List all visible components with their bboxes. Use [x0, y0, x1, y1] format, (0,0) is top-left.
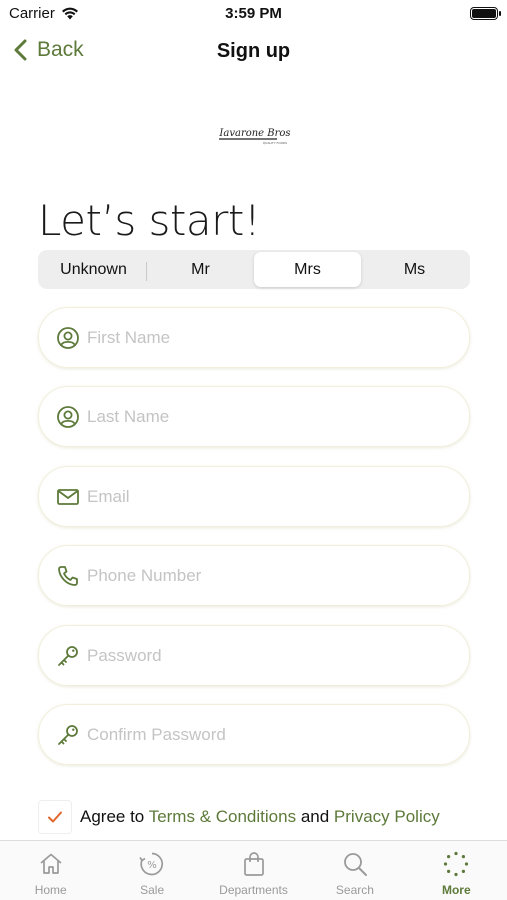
brand-logo: Iavarone Bros QUALITY FOODS — [217, 126, 293, 146]
home-icon — [37, 850, 65, 878]
svg-text:%: % — [147, 860, 157, 871]
last-name-input[interactable] — [87, 406, 447, 427]
privacy-link[interactable]: Privacy Policy — [334, 807, 440, 826]
password-input[interactable] — [87, 645, 447, 666]
key-icon — [55, 643, 81, 669]
status-bar: Carrier 3:59 PM — [0, 0, 507, 30]
last-name-field — [38, 386, 470, 447]
sale-icon: % — [138, 850, 166, 878]
user-icon — [55, 325, 81, 351]
tab-home[interactable]: Home — [0, 841, 101, 900]
email-input[interactable] — [87, 486, 447, 507]
more-icon — [442, 850, 470, 878]
search-icon — [341, 850, 369, 878]
welcome-heading: Let’s start! — [38, 196, 261, 245]
status-time: 3:59 PM — [225, 5, 282, 22]
user-icon — [55, 404, 81, 430]
password-field — [38, 625, 470, 686]
key-icon — [55, 722, 81, 748]
phone-icon — [55, 563, 81, 589]
first-name-field — [38, 307, 470, 368]
battery-icon — [470, 7, 501, 20]
segment-unknown[interactable]: Unknown — [40, 252, 147, 287]
svg-text:Iavarone Bros: Iavarone Bros — [218, 128, 290, 139]
agree-prefix: Agree to — [80, 807, 145, 826]
bag-icon — [240, 850, 268, 878]
segment-mr[interactable]: Mr — [147, 252, 254, 287]
agree-conjunction: and — [300, 807, 330, 826]
tab-departments[interactable]: Departments — [203, 841, 304, 900]
tab-bar: Home % Sale Departments Search More — [0, 840, 507, 900]
first-name-input[interactable] — [87, 327, 447, 348]
title-segmented-control: Unknown Mr Mrs Ms — [38, 250, 470, 289]
phone-input[interactable] — [87, 565, 447, 586]
svg-text:QUALITY FOODS: QUALITY FOODS — [263, 141, 288, 145]
confirm-password-input[interactable] — [87, 724, 447, 745]
confirm-password-field — [38, 704, 470, 765]
envelope-icon — [55, 484, 81, 510]
checkmark-icon — [48, 811, 62, 823]
tab-more[interactable]: More — [406, 841, 507, 900]
tab-label: Search — [335, 883, 374, 897]
tab-search[interactable]: Search — [304, 841, 405, 900]
tab-label: More — [441, 883, 471, 897]
agree-row: Agree to Terms & Conditions and Privacy … — [38, 800, 440, 834]
agree-checkbox[interactable] — [38, 800, 72, 834]
terms-link[interactable]: Terms & Conditions — [149, 807, 296, 826]
email-field — [38, 466, 470, 527]
phone-field — [38, 545, 470, 606]
segment-mrs[interactable]: Mrs — [254, 252, 361, 287]
segment-ms[interactable]: Ms — [361, 252, 468, 287]
agree-text: Agree to Terms & Conditions and Privacy … — [80, 807, 440, 827]
navigation-bar: Back Sign up — [0, 30, 507, 76]
tab-label: Departments — [219, 883, 288, 897]
page-title: Sign up — [216, 40, 291, 62]
tab-sale[interactable]: % Sale — [101, 841, 202, 900]
tab-label: Home — [34, 883, 67, 897]
tab-label: Sale — [140, 883, 165, 897]
